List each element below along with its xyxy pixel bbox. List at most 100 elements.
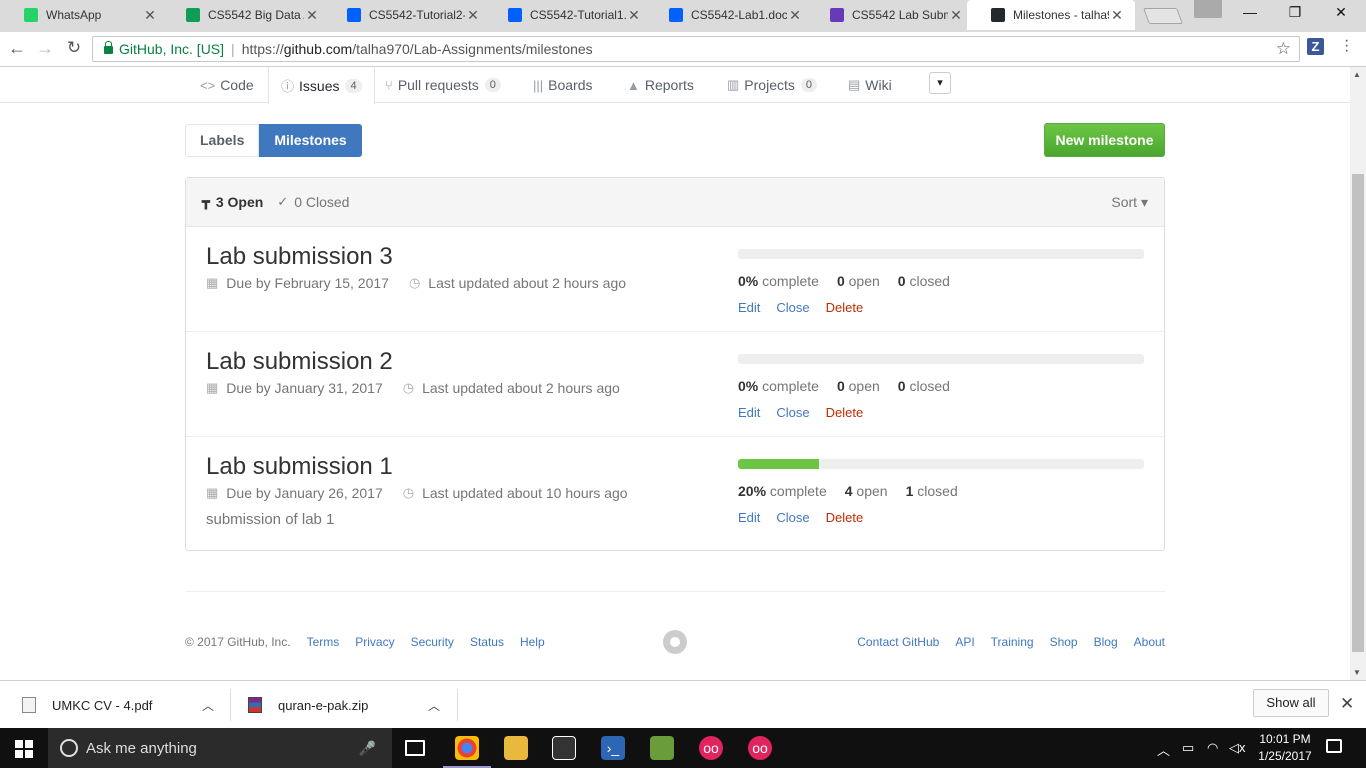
close-link[interactable]: Close xyxy=(776,510,809,525)
wifi-icon[interactable]: ◠ xyxy=(1207,740,1218,756)
milestone-icon: ┳ xyxy=(202,194,210,209)
close-tab-icon[interactable]: ✕ xyxy=(626,7,642,24)
milestone-title[interactable]: Lab submission 1 xyxy=(206,453,726,481)
restore-icon[interactable]: ❐ xyxy=(1275,4,1315,24)
profile-icon[interactable] xyxy=(1194,0,1222,18)
footer-link-training[interactable]: Training xyxy=(991,635,1034,649)
close-tab-icon[interactable]: ✕ xyxy=(948,7,964,24)
footer-link-blog[interactable]: Blog xyxy=(1094,635,1118,649)
chevron-up-icon[interactable]: ︿ xyxy=(428,697,440,714)
footer-link-security[interactable]: Security xyxy=(411,635,454,649)
chevron-up-icon[interactable]: ︿ xyxy=(1157,740,1170,759)
new-milestone-button[interactable]: New milestone xyxy=(1044,123,1165,157)
git-gui-icon[interactable] xyxy=(650,736,674,760)
repo-tab-pull-requests[interactable]: ⑂ Pull requests 0 xyxy=(375,67,511,103)
milestone-title[interactable]: Lab submission 2 xyxy=(206,348,726,376)
close-tab-icon[interactable]: ✕ xyxy=(787,7,803,24)
closed-filter[interactable]: ✓ 0 Closed xyxy=(277,194,349,210)
ev-certificate-label[interactable]: GitHub, Inc. [US] xyxy=(119,41,224,57)
windows-taskbar: Ask me anything 🎤 ›_ oo oo ︿ ▭ ◠ ◁x 10:0… xyxy=(0,728,1366,768)
browser-tab[interactable]: CS5542 Big Data A ✕ xyxy=(162,0,330,30)
browser-tab[interactable]: WhatsApp ✕ xyxy=(0,0,168,30)
browser-tab[interactable]: Milestones - talha9 ✕ xyxy=(967,0,1135,30)
footer-link-shop[interactable]: Shop xyxy=(1050,635,1078,649)
close-tab-icon[interactable]: ✕ xyxy=(465,7,481,24)
browser-tab[interactable]: CS5542-Tutorial2- ✕ xyxy=(323,0,491,30)
scroll-thumb[interactable] xyxy=(1352,174,1364,652)
browser-tab[interactable]: CS5542-Lab1.docx ✕ xyxy=(645,0,813,30)
windows-start-icon[interactable] xyxy=(15,740,33,758)
new-tab-button[interactable] xyxy=(1143,8,1183,24)
footer-link-about[interactable]: About xyxy=(1134,635,1165,649)
edit-link[interactable]: Edit xyxy=(738,300,760,315)
footer-link-privacy[interactable]: Privacy xyxy=(355,635,394,649)
repo-tab-code[interactable]: <> Code xyxy=(190,67,264,103)
scroll-down-icon[interactable]: ▼ xyxy=(1353,668,1361,677)
reload-icon[interactable]: ↻ xyxy=(63,38,85,58)
url-text[interactable]: https://github.com/talha970/Lab-Assignme… xyxy=(242,41,593,57)
edit-link[interactable]: Edit xyxy=(738,510,760,525)
repo-tab-label: Projects xyxy=(744,77,795,93)
file-explorer-icon[interactable] xyxy=(504,736,528,760)
download-item[interactable]: quran-e-pak.zip ︿ xyxy=(248,681,448,729)
task-view-icon[interactable] xyxy=(405,740,425,756)
github-logo-icon[interactable] xyxy=(663,630,687,654)
milestones-tab[interactable]: Milestones xyxy=(259,124,362,157)
show-all-button[interactable]: Show all xyxy=(1253,689,1329,717)
chevron-up-icon[interactable]: ︿ xyxy=(202,697,214,714)
repo-tab-projects[interactable]: ▥ Projects 0 xyxy=(717,67,827,103)
delete-link[interactable]: Delete xyxy=(826,510,864,525)
bookmark-star-icon[interactable]: ☆ xyxy=(1276,39,1291,59)
close-icon[interactable]: ✕ xyxy=(1340,694,1354,714)
footer-link-api[interactable]: API xyxy=(955,635,974,649)
browser-tab[interactable]: CS5542-Tutorial1.p ✕ xyxy=(484,0,652,30)
browser-tab[interactable]: CS5542 Lab Submi ✕ xyxy=(806,0,974,30)
chrome-taskbar-icon[interactable] xyxy=(443,736,491,768)
zotero-extension-icon[interactable]: Z xyxy=(1307,38,1324,55)
open-filter[interactable]: ┳ 3 Open xyxy=(202,194,263,210)
more-dropdown-button[interactable]: ▾ xyxy=(929,72,951,94)
flickr-app-icon-2[interactable]: oo xyxy=(748,736,772,760)
forward-icon[interactable]: → xyxy=(34,38,56,59)
store-icon[interactable] xyxy=(552,736,576,760)
close-tab-icon[interactable]: ✕ xyxy=(1109,7,1125,24)
chrome-menu-icon[interactable]: · · · xyxy=(1344,33,1350,59)
delete-link[interactable]: Delete xyxy=(826,300,864,315)
scroll-up-icon[interactable]: ▲ xyxy=(1353,70,1361,79)
cortana-search-box[interactable]: Ask me anything 🎤 xyxy=(48,728,392,768)
microphone-icon[interactable]: 🎤 xyxy=(359,740,376,757)
battery-icon[interactable]: ▭ xyxy=(1182,740,1194,756)
minimize-icon[interactable]: — xyxy=(1230,4,1270,24)
percent-complete: 20% xyxy=(738,483,767,499)
delete-link[interactable]: Delete xyxy=(826,405,864,420)
close-link[interactable]: Close xyxy=(776,405,809,420)
search-placeholder: Ask me anything xyxy=(86,739,197,757)
taskbar-clock[interactable]: 10:01 PM 1/25/2017 xyxy=(1250,731,1320,765)
address-bar[interactable]: GitHub, Inc. [US] | https://github.com/t… xyxy=(92,36,1300,62)
volume-muted-icon[interactable]: ◁x xyxy=(1229,740,1246,756)
sort-dropdown[interactable]: Sort ▾ xyxy=(1111,194,1148,211)
footer-link-help[interactable]: Help xyxy=(520,635,545,649)
footer-link-terms[interactable]: Terms xyxy=(307,635,340,649)
close-tab-icon[interactable]: ✕ xyxy=(142,7,158,24)
edit-link[interactable]: Edit xyxy=(738,405,760,420)
footer-link-contact-github[interactable]: Contact GitHub xyxy=(857,635,939,649)
repo-tab-reports[interactable]: ▲ Reports xyxy=(617,67,704,103)
close-link[interactable]: Close xyxy=(776,300,809,315)
close-window-icon[interactable]: ✕ xyxy=(1321,4,1361,24)
close-tab-icon[interactable]: ✕ xyxy=(304,7,320,24)
action-center-icon[interactable] xyxy=(1326,739,1342,753)
repo-tab-label: Wiki xyxy=(865,77,892,93)
back-icon[interactable]: ← xyxy=(6,38,28,59)
download-item[interactable]: UMKC CV - 4.pdf ︿ xyxy=(22,681,222,729)
milestone-title[interactable]: Lab submission 3 xyxy=(206,243,726,271)
milestone-last-updated: Last updated about 2 hours ago xyxy=(428,275,627,291)
page-scrollbar[interactable]: ▲ ▼ xyxy=(1350,67,1366,680)
repo-tab-issues[interactable]: ⓘ Issues 4 xyxy=(268,67,375,104)
labels-tab[interactable]: Labels xyxy=(185,124,260,157)
repo-tab-wiki[interactable]: ▤ Wiki xyxy=(838,67,902,103)
powershell-icon[interactable]: ›_ xyxy=(601,736,625,760)
flickr-app-icon[interactable]: oo xyxy=(699,736,723,760)
footer-link-status[interactable]: Status xyxy=(470,635,504,649)
repo-tab-boards[interactable]: ||| Boards xyxy=(523,67,603,103)
